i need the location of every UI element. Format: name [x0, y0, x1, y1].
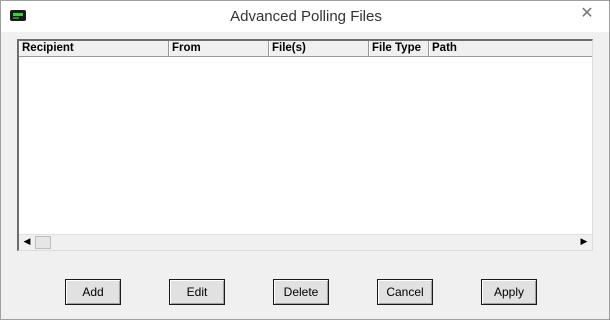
column-header-path[interactable]: Path: [429, 41, 592, 56]
cancel-button[interactable]: Cancel: [377, 279, 433, 305]
scroll-left-icon[interactable]: ◀: [19, 235, 35, 250]
close-icon[interactable]: ✕: [575, 4, 599, 22]
delete-button[interactable]: Delete: [273, 279, 329, 305]
edit-button[interactable]: Edit: [169, 279, 225, 305]
column-header-files[interactable]: File(s): [269, 41, 369, 56]
column-header-from[interactable]: From: [169, 41, 269, 56]
horizontal-scrollbar[interactable]: ◀ ▶: [19, 234, 592, 250]
column-header-recipient[interactable]: Recipient: [19, 41, 169, 56]
window-title: Advanced Polling Files: [230, 8, 382, 25]
scroll-right-icon[interactable]: ▶: [576, 235, 592, 250]
apply-button[interactable]: Apply: [481, 279, 537, 305]
scrollbar-thumb[interactable]: [35, 236, 51, 249]
title-bar: Advanced Polling Files ✕: [1, 1, 609, 32]
column-header-file-type[interactable]: File Type: [369, 41, 429, 56]
dialog-window: Advanced Polling Files ✕ Recipient From …: [0, 0, 610, 320]
list-header: Recipient From File(s) File Type Path: [19, 41, 592, 57]
polling-files-list[interactable]: Recipient From File(s) File Type Path ◀ …: [17, 39, 593, 251]
add-button[interactable]: Add: [65, 279, 121, 305]
